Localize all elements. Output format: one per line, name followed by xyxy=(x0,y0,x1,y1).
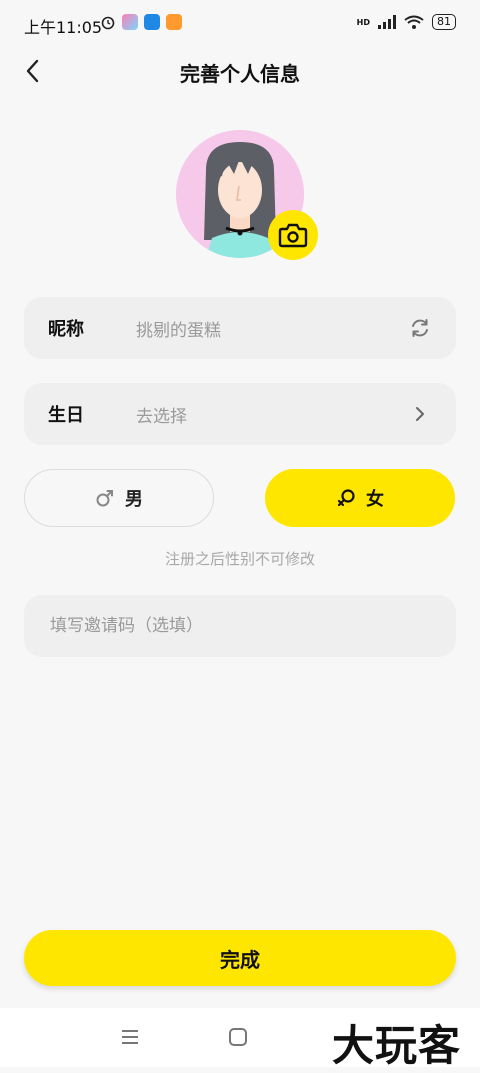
birthday-value: 去选择 xyxy=(136,406,187,427)
birthday-chevron xyxy=(408,402,432,426)
gallery-app-icon xyxy=(122,14,138,30)
camera-icon xyxy=(278,223,308,248)
done-button[interactable]: 完成 xyxy=(24,930,456,986)
male-symbol-icon xyxy=(96,490,113,507)
change-avatar-button[interactable] xyxy=(268,210,318,260)
navigation-app-icon xyxy=(144,14,160,30)
recent-apps-button[interactable] xyxy=(120,1028,140,1046)
chevron-right-icon xyxy=(416,407,424,421)
nickname-value[interactable]: 挑剔的蛋糕 xyxy=(136,316,408,341)
watermark-logo: 大玩客 xyxy=(332,1021,462,1070)
gender-male-button[interactable]: 男 xyxy=(24,469,214,527)
birthday-label: 生日 xyxy=(48,405,84,426)
female-symbol-icon xyxy=(337,489,355,507)
refresh-icon xyxy=(412,319,428,337)
home-button[interactable] xyxy=(229,1028,247,1046)
status-right-icons: HD 81 xyxy=(357,14,456,30)
gender-male-label: 男 xyxy=(125,489,143,510)
battery-indicator: 81 xyxy=(432,14,456,30)
page-title: 完善个人信息 xyxy=(180,62,300,86)
taobao-app-icon xyxy=(166,14,182,30)
invite-code-input[interactable] xyxy=(48,615,432,637)
gender-female-label: 女 xyxy=(366,489,384,510)
invite-code-field-container[interactable] xyxy=(24,595,456,657)
status-notification-icons xyxy=(100,14,182,30)
gender-female-button[interactable]: 女 xyxy=(265,469,455,527)
nickname-label: 昵称 xyxy=(48,319,84,340)
status-bar: 上午11:05 HD 81 xyxy=(0,0,480,48)
gender-hint: 注册之后性别不可修改 xyxy=(164,550,315,568)
status-time: 上午11:05 xyxy=(24,18,103,37)
alarm-icon xyxy=(101,16,115,30)
network-type-label: HD xyxy=(356,17,370,27)
menu-icon xyxy=(122,1030,138,1044)
birthday-row[interactable]: 生日 去选择 xyxy=(24,383,456,445)
refresh-nickname-button[interactable] xyxy=(408,316,432,340)
signal-icon xyxy=(378,15,396,29)
nickname-row[interactable]: 昵称 挑剔的蛋糕 xyxy=(24,297,456,359)
wifi-icon xyxy=(404,15,424,29)
